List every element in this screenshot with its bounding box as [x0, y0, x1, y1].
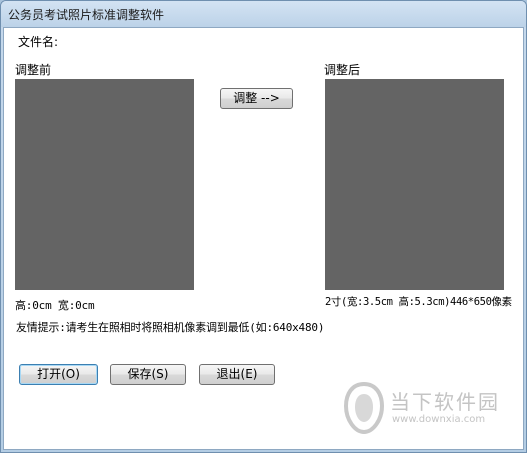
after-size-text: 2寸(宽:3.5cm 高:5.3cm)446*650像素: [325, 296, 512, 308]
app-window: 公务员考试照片标准调整软件 文件名: 调整前 高:0cm 宽:0cm 调整 --…: [0, 0, 527, 453]
watermark-url: www.downxia.com: [392, 414, 486, 425]
client-area: 文件名: 调整前 高:0cm 宽:0cm 调整 --> 调整后 2寸(宽:3.5…: [3, 27, 524, 450]
after-image-preview: [325, 79, 504, 290]
exit-button[interactable]: 退出(E): [199, 364, 275, 385]
before-label: 调整前: [15, 63, 52, 77]
title-bar[interactable]: 公务员考试照片标准调整软件: [1, 1, 526, 27]
window-title: 公务员考试照片标准调整软件: [8, 8, 165, 22]
watermark: 当下软件园 www.downxia.com: [342, 380, 522, 440]
tip-text: 友情提示:请考生在照相时将照相机像素调到最低(如:640x480): [16, 321, 325, 334]
file-name-label: 文件名:: [18, 35, 59, 49]
downxia-logo-icon: [343, 381, 385, 435]
watermark-text: 当下软件园: [390, 390, 500, 414]
before-size-text: 高:0cm 宽:0cm: [15, 299, 95, 312]
after-label: 调整后: [324, 63, 361, 77]
before-image-preview: [15, 79, 194, 290]
adjust-button[interactable]: 调整 -->: [220, 88, 293, 109]
open-button[interactable]: 打开(O): [19, 364, 98, 385]
save-button[interactable]: 保存(S): [110, 364, 186, 385]
